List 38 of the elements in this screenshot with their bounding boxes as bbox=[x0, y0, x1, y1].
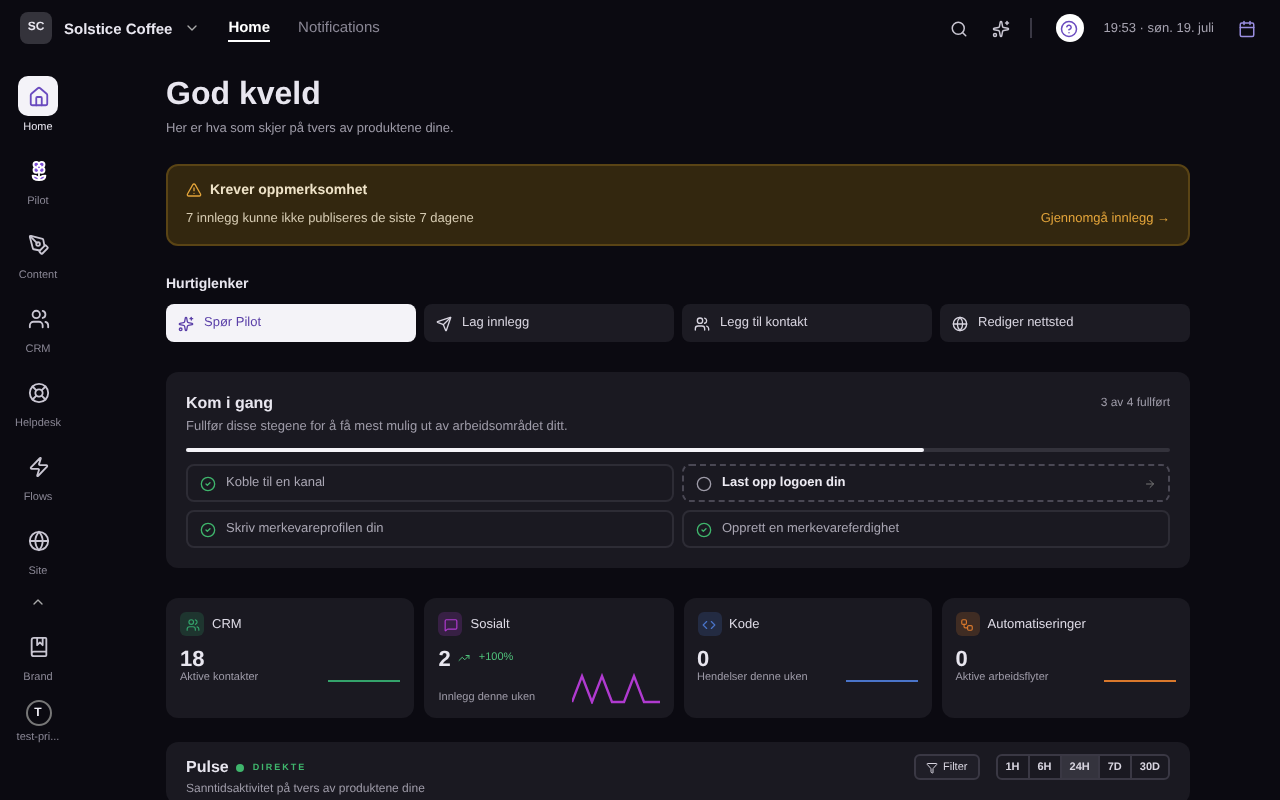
stat-value: 0 bbox=[955, 648, 968, 672]
book-icon bbox=[27, 635, 49, 657]
pen-icon bbox=[27, 233, 49, 255]
search-icon[interactable] bbox=[949, 19, 968, 37]
calendar-icon[interactable] bbox=[1238, 19, 1256, 37]
code-icon bbox=[697, 612, 721, 636]
card-title: Kom i gang bbox=[186, 394, 274, 412]
lightning-icon bbox=[27, 455, 49, 477]
filter-icon bbox=[926, 761, 939, 773]
warning-icon bbox=[186, 182, 202, 198]
globe-icon bbox=[952, 315, 968, 331]
help-button[interactable] bbox=[1055, 14, 1084, 42]
send-icon bbox=[436, 315, 452, 331]
trend-up-icon bbox=[458, 652, 471, 664]
people-icon bbox=[694, 315, 710, 331]
card-title: Pulse bbox=[186, 758, 229, 776]
chat-icon bbox=[438, 612, 463, 636]
stat-value: 0 bbox=[697, 648, 710, 672]
chevron-down-icon[interactable] bbox=[184, 20, 201, 36]
workflow-icon bbox=[955, 612, 980, 636]
sparkles-icon bbox=[178, 315, 194, 331]
people-icon bbox=[180, 612, 204, 636]
chevron-up-icon[interactable] bbox=[30, 594, 46, 610]
sparkles-icon[interactable] bbox=[991, 19, 1010, 37]
lifebuoy-icon bbox=[27, 381, 49, 403]
stat-value: 18 bbox=[180, 648, 205, 672]
circle-icon bbox=[696, 475, 712, 491]
check-circle-icon bbox=[200, 475, 216, 491]
live-dot bbox=[236, 763, 245, 771]
check-circle-icon bbox=[200, 521, 216, 537]
greeting-title: God kveld bbox=[166, 78, 323, 114]
flower-icon bbox=[27, 159, 49, 181]
people-icon bbox=[27, 307, 49, 329]
home-icon bbox=[27, 85, 49, 107]
stat-value: 2 bbox=[438, 648, 451, 672]
check-circle-icon bbox=[696, 521, 712, 537]
globe-icon bbox=[27, 529, 49, 551]
arrow-right-icon bbox=[1144, 477, 1156, 489]
